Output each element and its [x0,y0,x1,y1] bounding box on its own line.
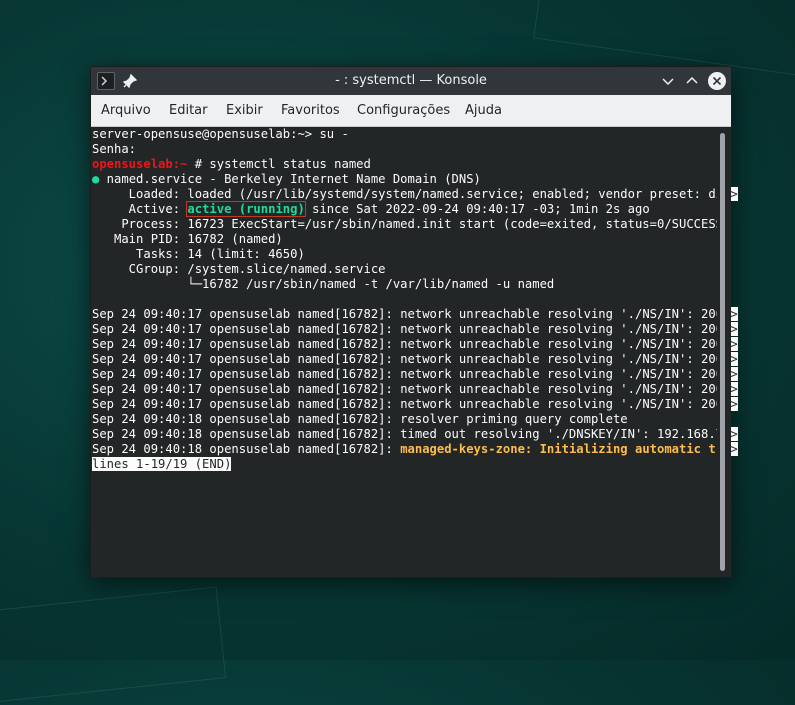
log-prefix: Sep 24 09:40:18 opensuselab named[16782]… [92,442,401,456]
menu-editar[interactable]: Editar [169,95,208,126]
active-since: since Sat 2022-09-24 09:40:17 -03; 1min … [304,202,650,216]
terminal-line: ● named.service - Berkeley Internet Name… [92,172,481,187]
truncation-marker: > [730,367,738,381]
background-decoration [0,586,227,705]
terminal-line: Senha: [92,142,137,156]
log-message: network unreachable resolving './NS/IN':… [400,367,731,381]
menu-ajuda[interactable]: Ajuda [465,95,502,126]
log-message: Sep 24 09:40:18 opensuselab named[16782]… [92,427,731,441]
terminal-line: Loaded: loaded (/usr/lib/systemd/system/… [92,187,738,202]
truncation-marker: > [730,427,738,441]
scrollbar-thumb[interactable] [720,133,725,571]
terminal-line: Active: active (running) since Sat 2022-… [92,201,650,217]
log-prefix: Sep 24 09:40:17 opensuselab named[16782]… [92,307,401,321]
truncation-marker: > [730,307,738,321]
service-name: named.service - Berkeley Internet Name D… [99,172,481,186]
terminal-line: CGroup: /system.slice/named.service [92,262,386,276]
truncation-marker: > [730,322,738,336]
log-line: Sep 24 09:40:17 opensuselab named[16782]… [92,397,738,412]
command-text: # systemctl status named [187,157,371,171]
window-title: - : systemctl — Konsole [335,73,487,88]
truncation-marker: > [730,187,738,201]
truncation-marker: > [730,382,738,396]
terminal-line: Main PID: 16782 (named) [92,232,283,246]
root-prompt: opensuselab:~ [92,157,188,171]
log-message: network unreachable resolving './NS/IN':… [400,382,731,396]
log-line: Sep 24 09:40:17 opensuselab named[16782]… [92,307,738,322]
menu-arquivo[interactable]: Arquivo [101,95,151,126]
terminal-output[interactable]: server-opensuse@opensuselab:~> su - Senh… [91,127,738,577]
log-prefix: Sep 24 09:40:17 opensuselab named[16782]… [92,382,401,396]
maximize-icon[interactable] [682,71,702,91]
log-prefix: Sep 24 09:40:17 opensuselab named[16782]… [92,322,401,336]
truncation-marker: > [730,442,738,456]
terminal-line: └─16782 /usr/sbin/named -t /var/lib/name… [92,277,555,291]
terminal-line: server-opensuse@opensuselab:~> su - [92,127,349,141]
terminal-line: opensuselab:~ # systemctl status named [92,157,371,172]
log-line: Sep 24 09:40:17 opensuselab named[16782]… [92,322,738,337]
terminal-line: Tasks: 14 (limit: 4650) [92,247,305,261]
log-prefix: Sep 24 09:40:17 opensuselab named[16782]… [92,367,401,381]
log-prefix: Sep 24 09:40:17 opensuselab named[16782]… [92,337,401,351]
truncation-marker: > [730,397,738,411]
log-message: managed-keys-zone: Initializing automati… [400,442,731,456]
konsole-window: - : systemctl — Konsole Arquivo Editar E… [90,66,738,578]
minimize-icon[interactable] [658,71,678,91]
log-line: Sep 24 09:40:18 opensuselab named[16782]… [92,427,738,442]
log-line: Sep 24 09:40:17 opensuselab named[16782]… [92,352,738,367]
menu-configuracoes[interactable]: Configurações [357,95,450,126]
close-icon[interactable] [707,71,727,91]
truncation-marker: > [730,337,738,351]
loaded-text: Loaded: loaded (/usr/lib/systemd/system/… [92,187,731,201]
truncation-marker: > [730,352,738,366]
scrollbar[interactable] [717,127,731,577]
active-status-badge: active (running) [186,201,306,217]
title-bar[interactable]: - : systemctl — Konsole [91,67,731,95]
log-line: Sep 24 09:40:18 opensuselab named[16782]… [92,412,628,426]
log-prefix: Sep 24 09:40:17 opensuselab named[16782]… [92,352,401,366]
menu-favoritos[interactable]: Favoritos [281,95,340,126]
pager-status: lines 1-19/19 (END) [92,457,232,472]
log-prefix: Sep 24 09:40:17 opensuselab named[16782]… [92,397,401,411]
log-message: network unreachable resolving './NS/IN':… [400,337,731,351]
log-message: network unreachable resolving './NS/IN':… [400,322,731,336]
terminal-line: Process: 16723 ExecStart=/usr/sbin/named… [92,217,731,231]
pager-status-text: lines 1-19/19 (END) [92,457,232,471]
log-line: Sep 24 09:40:17 opensuselab named[16782]… [92,367,738,382]
log-message: network unreachable resolving './NS/IN':… [400,352,731,366]
log-message: network unreachable resolving './NS/IN':… [400,307,731,321]
log-line: Sep 24 09:40:18 opensuselab named[16782]… [92,442,738,457]
log-message: network unreachable resolving './NS/IN':… [400,397,731,411]
menu-exibir[interactable]: Exibir [226,95,263,126]
menu-bar: Arquivo Editar Exibir Favoritos Configur… [91,95,731,127]
log-line: Sep 24 09:40:17 opensuselab named[16782]… [92,337,738,352]
active-label: Active: [92,202,188,216]
log-line: Sep 24 09:40:17 opensuselab named[16782]… [92,382,738,397]
